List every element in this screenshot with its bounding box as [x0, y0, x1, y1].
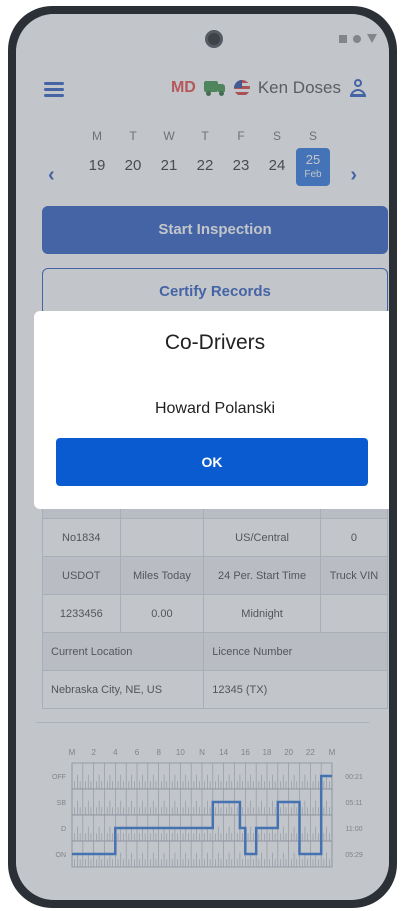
co-driver-name[interactable]: Howard Polanski [34, 400, 389, 418]
dialog-title: Co-Drivers [164, 331, 266, 354]
app-screen: MD Ken Doses ‹ M 19 T 20 W 21 T 22 F 23 … [16, 14, 389, 900]
ok-button[interactable]: OK [56, 438, 368, 486]
phone-frame: MD Ken Doses ‹ M 19 T 20 W 21 T 22 F 23 … [8, 6, 397, 908]
co-drivers-dialog: Co-Drivers Howard Polanski OK [34, 311, 389, 509]
